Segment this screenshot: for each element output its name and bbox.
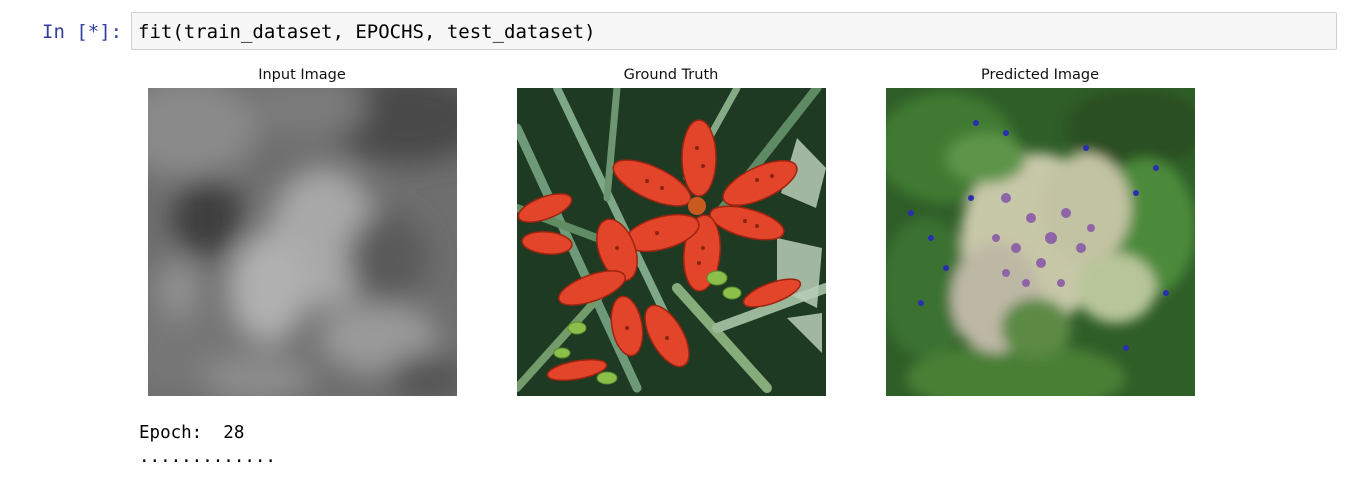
progress-dots: ............. (139, 447, 276, 467)
cell-prompt: In [*]: (42, 21, 123, 43)
output-stdout: Epoch: 28 ............. (139, 421, 276, 469)
predicted-image (886, 88, 1195, 396)
code-text[interactable]: fit(train_dataset, EPOCHS, test_dataset) (138, 20, 596, 44)
ground-truth-title: Ground Truth (623, 67, 719, 83)
ground-truth-image (517, 88, 826, 396)
epoch-line: Epoch: 28 (139, 423, 245, 443)
input-image (148, 88, 457, 396)
predicted-image-title: Predicted Image (980, 67, 1100, 83)
input-image-title: Input Image (258, 67, 346, 83)
code-cell-input[interactable]: fit(train_dataset, EPOCHS, test_dataset) (131, 12, 1337, 50)
